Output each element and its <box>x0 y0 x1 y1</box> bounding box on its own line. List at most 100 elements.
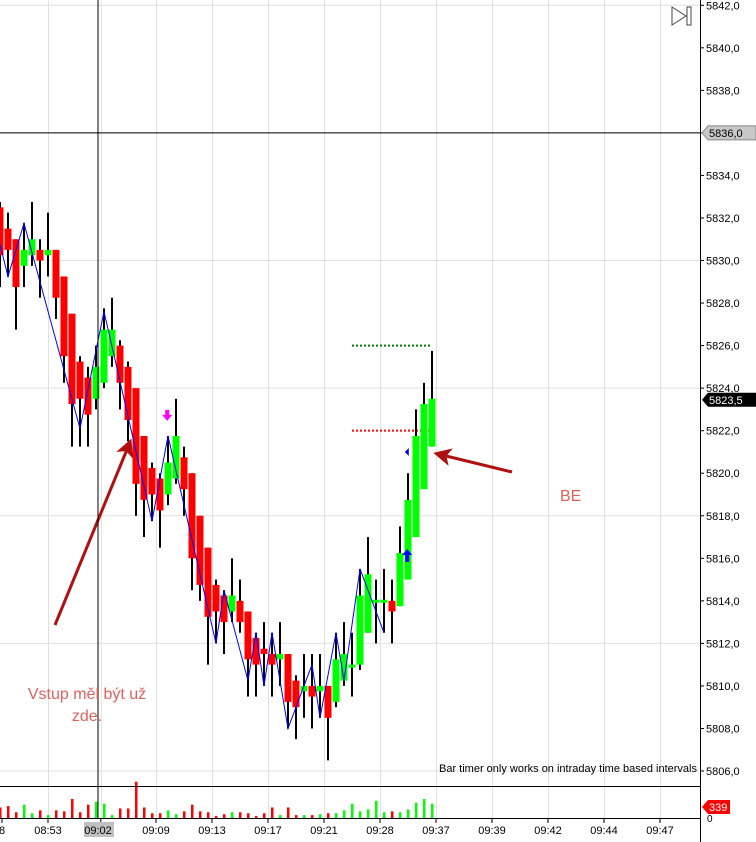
volume-bar <box>319 814 322 818</box>
volume-bar <box>271 807 274 818</box>
volume-bar <box>167 810 170 818</box>
volume-bar <box>247 813 250 818</box>
entry-arrow <box>53 438 133 626</box>
price-tick-label: 5828,0 <box>706 298 740 310</box>
volume-bar <box>383 812 386 818</box>
volume-bar <box>335 813 338 818</box>
volume-bar <box>71 798 74 818</box>
volume-bar <box>87 804 90 818</box>
volume-bar <box>0 807 2 818</box>
volume-bar <box>231 812 234 818</box>
volume-bar <box>327 813 330 818</box>
price-tick-label: 5814,0 <box>706 596 740 608</box>
price-tick-label: 5808,0 <box>706 723 740 735</box>
volume-bar <box>191 804 194 818</box>
time-tick-label: 08:53 <box>34 825 62 837</box>
volume-zero-label: 0 <box>707 814 713 825</box>
entry-annotation-line2: zde. <box>71 708 103 725</box>
candle-down <box>156 478 164 511</box>
volume-bar <box>431 803 434 818</box>
candle-up <box>356 595 364 665</box>
candle-up <box>100 329 108 383</box>
candle-up <box>316 685 324 692</box>
candle-up <box>420 404 428 490</box>
candle-up <box>164 462 172 495</box>
volume-bar <box>47 815 50 818</box>
price-tick-label: 5826,0 <box>706 341 740 353</box>
volume-bar <box>415 802 418 818</box>
candle-up <box>332 659 340 702</box>
candle-down <box>36 249 44 261</box>
entry-annotation: Vstup měl být už zde. <box>22 684 152 728</box>
candle-down <box>308 685 316 697</box>
time-tick-label: 8 <box>0 825 5 837</box>
candle-down <box>388 600 396 612</box>
bar-timer-message: Bar timer only works on intraday time ba… <box>439 763 697 775</box>
volume-bar <box>15 812 18 818</box>
candle-up <box>228 595 236 612</box>
price-tick-label: 5818,0 <box>706 511 740 523</box>
volume-bar <box>111 815 114 818</box>
candle-down <box>12 239 20 288</box>
sell-arrow-icon <box>162 409 173 421</box>
candle-up <box>348 664 356 668</box>
price-tick-label: 5810,0 <box>706 681 740 693</box>
volume-bar <box>295 815 298 818</box>
candle-down <box>260 648 268 655</box>
volume-bar <box>311 815 314 818</box>
volume-bar <box>199 811 202 818</box>
volume-bar <box>391 811 394 818</box>
volume-bar <box>175 814 178 818</box>
entry-marker-icon <box>404 447 409 456</box>
volume-bar <box>287 807 290 818</box>
volume-bar <box>95 801 98 818</box>
candle-down <box>268 654 276 665</box>
crosshair-time-label: 09:02 <box>84 825 112 837</box>
volume-bar <box>119 808 122 818</box>
price-tick-label: 5834,0 <box>706 170 740 182</box>
price-tick-label: 5820,0 <box>706 468 740 480</box>
volume-bar <box>351 803 354 818</box>
candle-down <box>204 547 212 617</box>
time-tick-label: 09:09 <box>142 825 170 837</box>
volume-bar <box>135 781 138 818</box>
volume-bar <box>23 804 26 818</box>
price-tick-label: 5840,0 <box>706 43 740 55</box>
time-tick-label: 09:47 <box>646 825 674 837</box>
candle-down <box>148 467 156 495</box>
price-tick-label: 5842,0 <box>706 0 740 12</box>
candle-down <box>4 228 12 250</box>
candle-down <box>244 611 252 660</box>
time-tick-label: 09:39 <box>478 825 506 837</box>
crosshair-price-label: 5836,0 <box>709 128 743 140</box>
candle-up <box>20 249 28 266</box>
time-tick-label: 09:17 <box>254 825 282 837</box>
price-tick-label: 5830,0 <box>706 256 740 268</box>
price-tick-label: 5806,0 <box>706 766 740 778</box>
candle-down <box>292 680 300 708</box>
volume-bar <box>263 813 266 818</box>
candle-down <box>124 366 132 421</box>
volume-bar <box>359 811 362 818</box>
volume-bar <box>151 813 154 818</box>
volume-bar <box>7 806 10 818</box>
volume-bar <box>375 800 378 818</box>
volume-bar <box>239 812 242 818</box>
volume-bar <box>399 812 402 818</box>
candle-down <box>236 600 244 623</box>
volume-bar <box>279 815 282 818</box>
entry-annotation-line1: Vstup měl být už <box>27 686 147 703</box>
volume-bar <box>143 807 146 818</box>
candle-down <box>60 276 68 357</box>
play-to-end-icon[interactable] <box>671 5 693 27</box>
be-annotation: BE <box>560 488 582 505</box>
volume-bar <box>39 810 42 818</box>
candle-down <box>140 435 148 500</box>
volume-bar <box>159 813 162 818</box>
candle-down <box>212 584 220 612</box>
volume-bar <box>215 816 218 818</box>
current-price-label: 5823,5 <box>709 395 743 407</box>
volume-bar <box>367 809 370 818</box>
candle-up <box>380 599 388 603</box>
volume-bar <box>63 811 66 818</box>
